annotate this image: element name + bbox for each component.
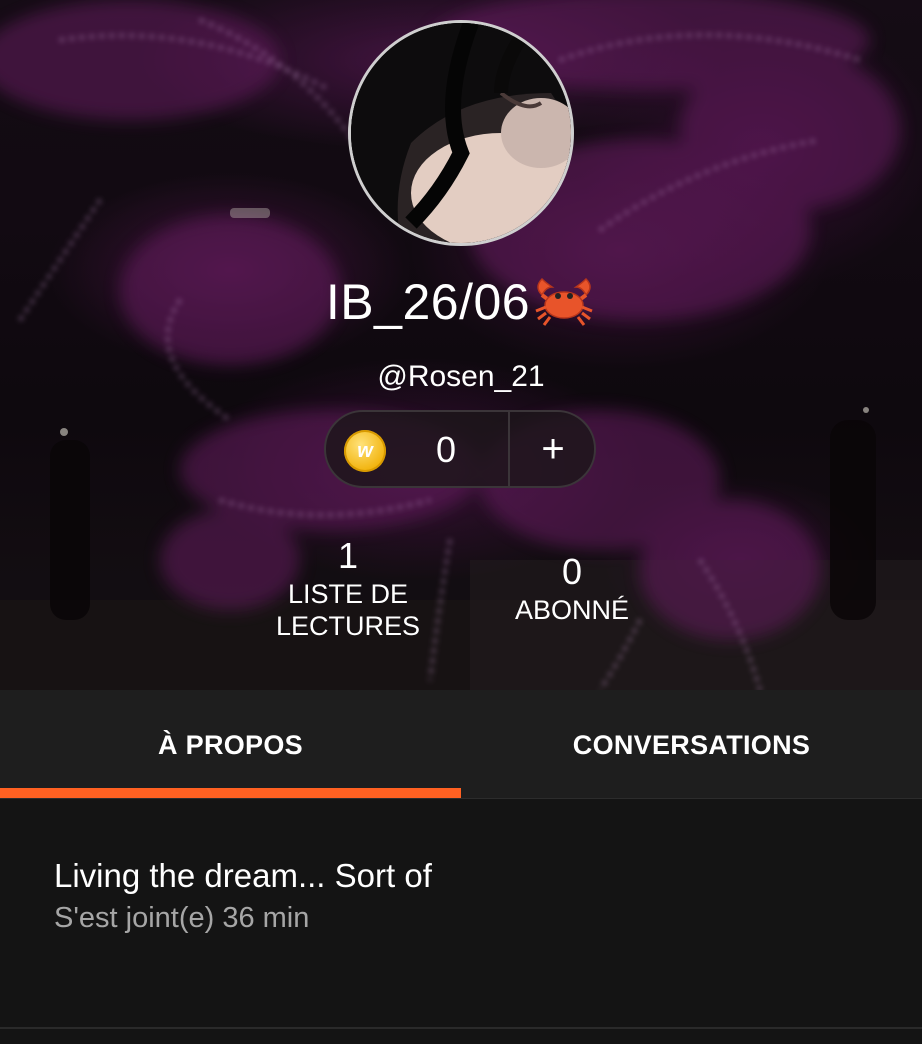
add-coins-button[interactable]: + [512, 412, 594, 486]
display-name-text: IB_26/06 [325, 274, 531, 330]
followers-label: ABONNÉ [514, 595, 630, 625]
reading-lists-stat[interactable]: 1 LISTE DE LECTURES [248, 534, 448, 642]
about-section: Living the dream... Sort of S'est joint(… [0, 799, 922, 1028]
profile-page: IB_26/06 @Rosen_21 w 0 + 1 LISTE DE LECT… [0, 0, 922, 1044]
tab-conversations[interactable]: CONVERSATIONS [461, 690, 922, 798]
section-divider [0, 1027, 922, 1029]
profile-photo-image [351, 23, 571, 243]
followers-count: 0 [561, 551, 583, 592]
coin-count: 0 [435, 429, 457, 470]
profile-tab-bar: À PROPOS CONVERSATIONS [0, 690, 922, 799]
crab-emoji-icon [535, 277, 593, 326]
profile-handle: @Rosen_21 [377, 360, 545, 393]
profile-display-name: IB_26/06 [0, 268, 922, 336]
tab-about[interactable]: À PROPOS [0, 690, 461, 798]
profile-avatar[interactable] [348, 20, 574, 246]
active-tab-indicator [0, 788, 461, 798]
wattpad-coin-icon: w [344, 430, 386, 472]
reading-lists-count: 1 [337, 535, 359, 576]
coin-pill-divider [508, 412, 510, 486]
coin-balance-pill: w 0 + [324, 410, 596, 488]
reading-lists-label-line2: LECTURES [275, 611, 421, 641]
joined-time: S'est joint(e) 36 min [54, 902, 310, 934]
profile-header-background: IB_26/06 @Rosen_21 w 0 + 1 LISTE DE LECT… [0, 0, 922, 690]
followers-stat[interactable]: 0 ABONNÉ [472, 550, 672, 626]
profile-bio: Living the dream... Sort of [54, 857, 432, 894]
reading-lists-label-line1: LISTE DE [287, 579, 409, 609]
coin-letter: w [357, 440, 373, 462]
